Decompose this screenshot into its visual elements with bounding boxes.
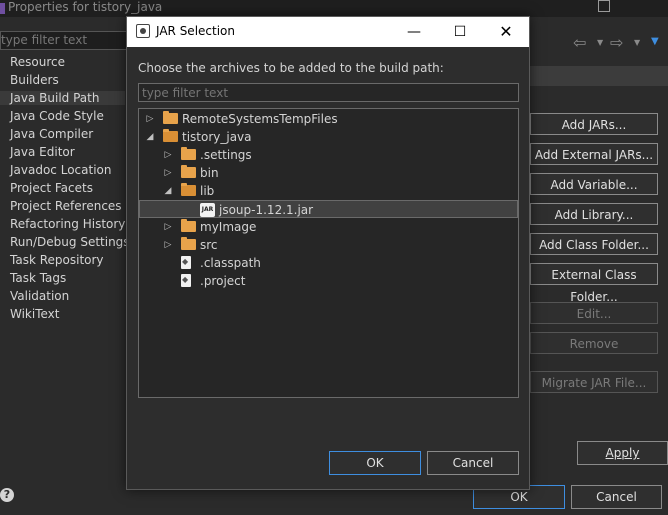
back-dropdown-icon[interactable]: ▼ — [597, 38, 603, 47]
forward-arrow-icon[interactable]: ⇨ — [610, 33, 623, 52]
app-icon — [0, 3, 5, 14]
expand-icon[interactable]: ▷ — [163, 150, 173, 160]
expand-icon[interactable]: ▷ — [163, 222, 173, 232]
collapse-icon[interactable]: ◢ — [145, 132, 155, 142]
menu-dropdown-icon[interactable]: ▼ — [651, 36, 659, 47]
nav-item-validation[interactable]: Validation — [10, 289, 69, 303]
archive-tree[interactable]: ▷ RemoteSystemsTempFiles ◢ tistory_java ▷ .se… — [138, 108, 519, 398]
nav-item-task-tags[interactable]: Task Tags — [10, 271, 66, 285]
nav-item-java-compiler[interactable]: Java Compiler — [10, 127, 93, 141]
jar-icon: JAR — [200, 203, 215, 217]
tree-item-label: bin — [200, 166, 219, 180]
nav-item-javadoc-location[interactable]: Javadoc Location — [10, 163, 111, 177]
tree-item[interactable]: JAR jsoup-1.12.1.jar — [139, 200, 518, 218]
folder-icon — [163, 111, 178, 124]
background-window-title: Properties for tistory_java — [8, 0, 163, 14]
minimize-icon[interactable]: — — [391, 17, 437, 47]
tree-item[interactable]: ▷ src — [139, 236, 518, 254]
tree-item-label: RemoteSystemsTempFiles — [182, 112, 338, 126]
dialog-ok-button[interactable]: OK — [329, 451, 421, 475]
jar-filter-input[interactable] — [138, 83, 519, 102]
tree-item-label: myImage — [200, 220, 257, 234]
tree-item-label: .classpath — [200, 256, 261, 270]
nav-item-java-editor[interactable]: Java Editor — [10, 145, 75, 159]
folder-icon — [181, 147, 196, 160]
dialog-titlebar: JAR Selection — ☐ ✕ — [127, 17, 529, 47]
folder-icon — [181, 165, 196, 178]
tree-item-label: lib — [200, 184, 215, 198]
maximize-icon[interactable] — [598, 0, 610, 12]
maximize-icon[interactable]: ☐ — [437, 17, 483, 47]
properties-cancel-button[interactable]: Cancel — [571, 485, 662, 509]
add-variable-button[interactable]: Add Variable... — [530, 173, 658, 195]
help-icon[interactable]: ? — [0, 488, 14, 502]
nav-item-java-build-path[interactable]: Java Build Path — [0, 91, 125, 105]
collapse-icon[interactable]: ◢ — [163, 186, 173, 196]
edit-button[interactable]: Edit... — [530, 302, 658, 324]
nav-item-task-repository[interactable]: Task Repository — [10, 253, 104, 267]
dialog-cancel-button[interactable]: Cancel — [427, 451, 519, 475]
nav-item-resource[interactable]: Resource — [10, 55, 65, 69]
tree-item[interactable]: .project — [139, 272, 518, 290]
add-class-folder-button[interactable]: Add Class Folder... — [530, 233, 658, 255]
migrate-jar-file-button[interactable]: Migrate JAR File... — [530, 371, 658, 393]
tree-item[interactable]: ▷ myImage — [139, 218, 518, 236]
apply-button[interactable]: Apply — [577, 441, 668, 465]
expand-icon[interactable]: ▷ — [163, 168, 173, 178]
file-icon — [181, 256, 191, 269]
eclipse-icon — [136, 24, 150, 38]
add-jars-button[interactable]: Add JARs... — [530, 113, 658, 135]
nav-item-run-debug-settings[interactable]: Run/Debug Settings — [10, 235, 130, 249]
tree-item[interactable]: ▷ bin — [139, 164, 518, 182]
add-external-jars-button[interactable]: Add External JARs... — [530, 143, 658, 165]
jar-selection-dialog: JAR Selection — ☐ ✕ Choose the archives … — [126, 16, 530, 490]
filter-placeholder: type filter text — [1, 33, 88, 47]
nav-item-project-references[interactable]: Project References — [10, 199, 122, 213]
build-path-tabs-header — [530, 66, 668, 86]
add-library-button[interactable]: Add Library... — [530, 203, 658, 225]
tree-item-label: .settings — [200, 148, 252, 162]
nav-item-refactoring-history[interactable]: Refactoring History — [10, 217, 125, 231]
back-arrow-icon[interactable]: ⇦ — [573, 33, 586, 52]
forward-dropdown-icon[interactable]: ▼ — [634, 38, 640, 47]
remove-button[interactable]: Remove — [530, 332, 658, 354]
expand-icon[interactable]: ▷ — [163, 240, 173, 250]
tree-item[interactable]: ▷ .settings — [139, 146, 518, 164]
tree-item-label: jsoup-1.12.1.jar — [219, 203, 314, 217]
folder-icon — [181, 237, 196, 250]
tree-item[interactable]: ◢ lib — [139, 182, 518, 200]
dialog-title: JAR Selection — [156, 24, 235, 38]
external-class-folder-button[interactable]: External Class Folder... — [530, 263, 658, 304]
folder-icon — [181, 183, 196, 196]
nav-item-project-facets[interactable]: Project Facets — [10, 181, 93, 195]
tree-item-label: src — [200, 238, 218, 252]
nav-item-builders[interactable]: Builders — [10, 73, 59, 87]
tree-item[interactable]: ◢ tistory_java — [139, 128, 518, 146]
expand-icon[interactable]: ▷ — [145, 114, 155, 124]
background-window-titlebar: Properties for tistory_java — [0, 0, 668, 17]
tree-item[interactable]: .classpath — [139, 254, 518, 272]
file-icon — [181, 274, 191, 287]
nav-item-wikitext[interactable]: WikiText — [10, 307, 60, 321]
nav-item-java-code-style[interactable]: Java Code Style — [10, 109, 104, 123]
tree-item-label: .project — [200, 274, 246, 288]
close-icon[interactable]: ✕ — [483, 17, 529, 47]
tree-item-label: tistory_java — [182, 130, 252, 144]
dialog-instruction: Choose the archives to be added to the b… — [138, 61, 444, 75]
properties-filter-input[interactable]: type filter text — [0, 31, 127, 50]
tree-item[interactable]: ▷ RemoteSystemsTempFiles — [139, 110, 518, 128]
folder-icon — [181, 219, 196, 232]
project-folder-icon — [163, 129, 178, 142]
